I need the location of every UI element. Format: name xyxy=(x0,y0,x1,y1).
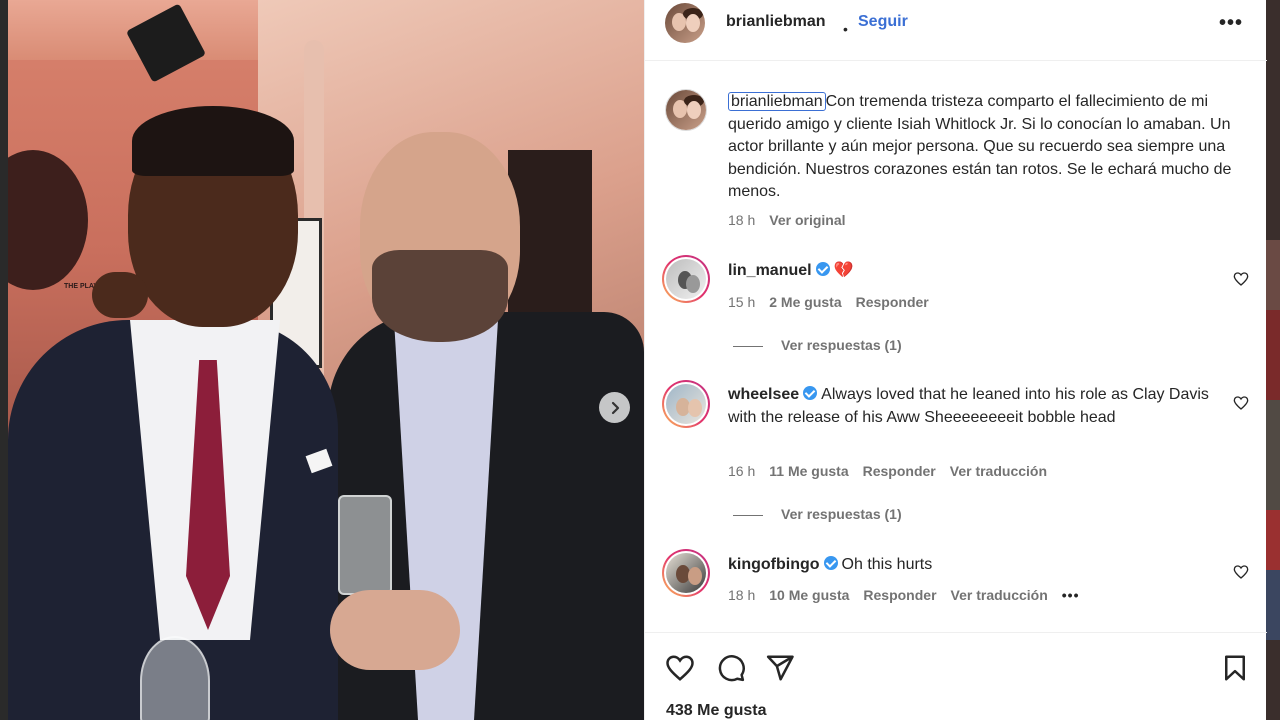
comment-avatar[interactable] xyxy=(662,549,710,597)
comment-like-heart-icon[interactable] xyxy=(1233,564,1249,580)
post-photo: THE PLAY TRIBUN xyxy=(8,0,644,720)
heart-icon[interactable] xyxy=(665,653,695,683)
champagne-glass xyxy=(140,636,210,720)
background-sign xyxy=(8,150,88,290)
author-username[interactable]: brianliebman xyxy=(726,13,826,31)
verified-badge-icon xyxy=(823,556,838,570)
caption-time: 18 h xyxy=(728,212,756,228)
comment-avatar[interactable] xyxy=(662,380,710,428)
caption-username[interactable]: brianliebman xyxy=(728,92,826,111)
likes-count[interactable]: 438 Me gusta xyxy=(666,702,766,720)
comment-username[interactable]: kingofbingo xyxy=(728,556,820,573)
verified-badge-icon xyxy=(815,262,830,276)
comment-time: 18 h xyxy=(728,587,756,603)
comment-like-heart-icon[interactable] xyxy=(1233,395,1249,411)
reply-button[interactable]: Responder xyxy=(856,294,929,310)
bookmark-icon[interactable] xyxy=(1220,653,1250,683)
follow-button[interactable]: Seguir xyxy=(858,13,908,31)
comment-username[interactable]: lin_manuel xyxy=(728,262,812,279)
verified-badge-icon xyxy=(803,386,818,400)
see-original-link[interactable]: Ver original xyxy=(769,212,845,228)
view-replies-button[interactable]: Ver respuestas (1) xyxy=(733,337,902,353)
comment-meta: 15 h 2 Me gusta Responder xyxy=(728,294,929,310)
comment-likes-count[interactable]: 11 Me gusta xyxy=(769,463,848,479)
comment-meta: 18 h 10 Me gusta Responder Ver traducción ••… xyxy=(728,587,1080,603)
header-separator: • xyxy=(843,21,848,37)
next-photo-button[interactable] xyxy=(599,392,630,423)
post-detail-panel: brianliebman • Seguir ••• brianliebman Co… xyxy=(644,0,1267,720)
window-backdrop-left xyxy=(0,0,8,720)
view-replies-button[interactable]: Ver respuestas (1) xyxy=(733,506,902,522)
comment-likes-count[interactable]: 2 Me gusta xyxy=(769,294,841,310)
person-left-hand xyxy=(92,272,148,318)
comment-avatar[interactable] xyxy=(662,255,710,303)
comment-text: Oh this hurts xyxy=(841,556,933,573)
chevron-right-icon xyxy=(611,401,619,414)
caption-meta: 18 h Ver original xyxy=(728,212,846,228)
comment-time: 16 h xyxy=(728,463,756,479)
replies-divider xyxy=(733,345,763,347)
comment-body: kingofbingo Oh this hurts xyxy=(728,554,1228,577)
drink-glass xyxy=(338,495,392,595)
post-header: brianliebman • Seguir ••• xyxy=(645,0,1267,61)
reply-button[interactable]: Responder xyxy=(863,587,936,603)
person-right-beard xyxy=(372,250,508,342)
paper-plane-icon[interactable] xyxy=(765,653,795,683)
comment-meta: 16 h 11 Me gusta Responder Ver traducción xyxy=(728,463,1047,479)
comment-like-heart-icon[interactable] xyxy=(1233,271,1249,287)
person-left-hair xyxy=(132,106,294,176)
person-right-hand xyxy=(330,590,460,670)
view-replies-label: Ver respuestas (1) xyxy=(781,506,902,522)
comment-time: 15 h xyxy=(728,294,756,310)
see-translation-link[interactable]: Ver traducción xyxy=(951,587,1048,603)
comment-bubble-icon[interactable] xyxy=(716,653,746,683)
comment-options-icon[interactable]: ••• xyxy=(1062,587,1080,603)
comment-body: lin_manuel 💔 xyxy=(728,260,1228,283)
reply-button[interactable]: Responder xyxy=(863,463,936,479)
comment-text: Always loved that he leaned into his rol… xyxy=(728,386,1209,426)
comment-username[interactable]: wheelsee xyxy=(728,386,799,403)
comment-body: wheelsee Always loved that he leaned into… xyxy=(728,384,1228,429)
caption-author-avatar[interactable] xyxy=(665,89,707,131)
see-translation-link[interactable]: Ver traducción xyxy=(950,463,1047,479)
view-replies-label: Ver respuestas (1) xyxy=(781,337,902,353)
replies-divider xyxy=(733,514,763,516)
author-avatar[interactable] xyxy=(665,3,705,43)
more-options-icon[interactable]: ••• xyxy=(1219,12,1243,35)
comment-likes-count[interactable]: 10 Me gusta xyxy=(769,587,849,603)
post-caption: brianliebman Con tremenda tristeza compar… xyxy=(728,91,1248,204)
window-backdrop-right xyxy=(1266,0,1280,720)
comment-text: 💔 xyxy=(833,262,854,279)
